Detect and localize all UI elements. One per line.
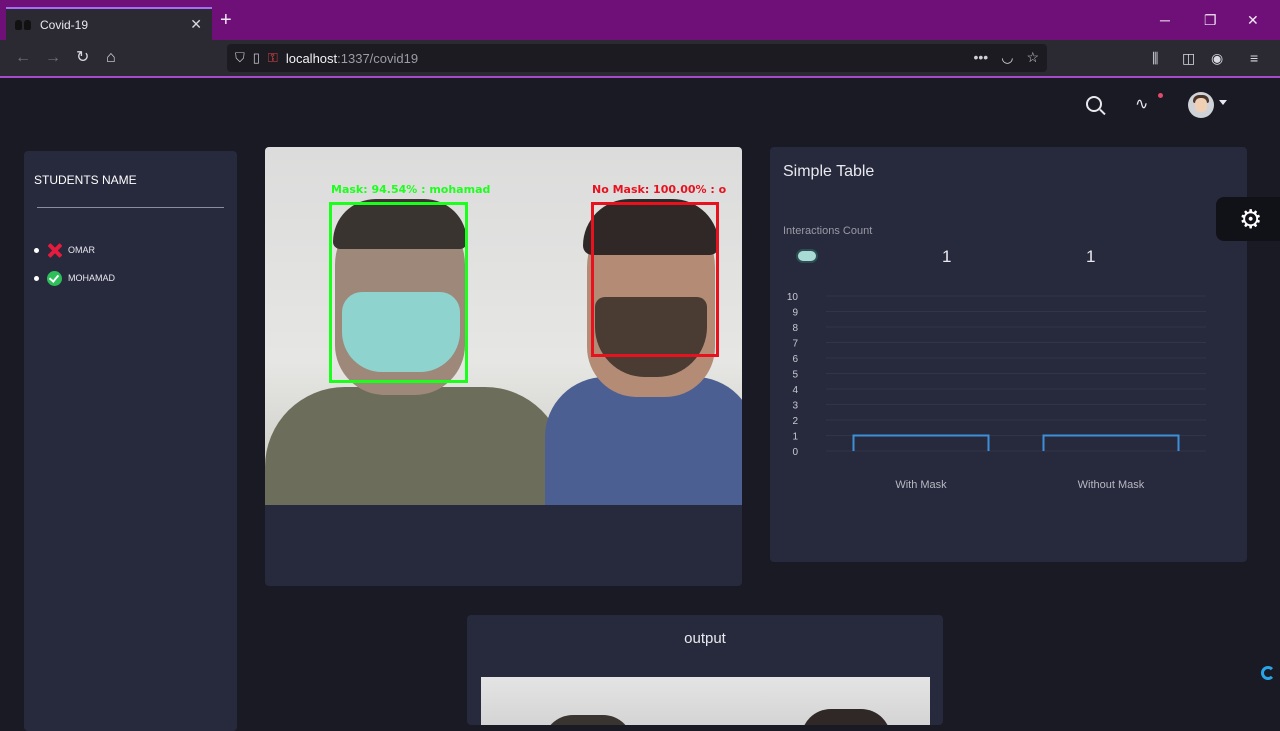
restore-button[interactable]: ❐ xyxy=(1204,12,1217,28)
avatar[interactable] xyxy=(1188,92,1214,118)
new-tab-button[interactable]: + xyxy=(220,10,232,30)
shield-icon[interactable]: ⛉ xyxy=(235,50,245,66)
library-icon[interactable]: ⫼ xyxy=(1152,50,1158,67)
menu-icon[interactable]: ≡ xyxy=(1250,50,1258,66)
url-host: localhost xyxy=(285,50,338,66)
mask-detection-label: Mask: 94.54% : mohamad xyxy=(331,183,491,196)
minimize-button[interactable]: ─ xyxy=(1160,12,1170,28)
account-icon[interactable]: ◉ xyxy=(1211,50,1223,67)
student-name: OMAR xyxy=(68,245,95,255)
chevron-down-icon[interactable] xyxy=(1219,100,1227,105)
x-tick-label: With Mask xyxy=(895,479,947,491)
mask-favicon-icon xyxy=(15,19,31,31)
y-tick-label: 6 xyxy=(792,354,798,365)
y-tick-label: 7 xyxy=(792,339,798,350)
student-name: MOHAMAD xyxy=(68,273,115,283)
reload-icon[interactable]: ↻ xyxy=(76,49,89,67)
students-panel: STUDENTS NAME OMAR MOHAMAD xyxy=(24,151,237,731)
gear-icon: ⚙ xyxy=(1239,204,1263,234)
students-title: STUDENTS NAME xyxy=(34,173,137,187)
insecure-lock-icon[interactable]: ⚿ xyxy=(268,50,278,66)
bookmark-star-icon[interactable]: ☆ xyxy=(1026,49,1039,66)
app-area: ∿ STUDENTS NAME OMAR MOHAMAD Mask: 94.54… xyxy=(6,78,1280,731)
mask-check-icon xyxy=(47,270,62,286)
pocket-icon[interactable]: ◡ xyxy=(1001,49,1013,66)
home-icon[interactable]: ⌂ xyxy=(106,49,116,67)
student-item[interactable]: MOHAMAD xyxy=(34,269,115,287)
url-bar[interactable]: ⛉ ▯ ⚿ localhost:1337/covid19 ••• ◡ ☆ xyxy=(227,44,1047,72)
activity-icon[interactable]: ∿ xyxy=(1135,94,1148,114)
bar-chart: 0 1 2 3 4 5 6 7 8 9 10 With Mask Without Mask xyxy=(787,292,1206,491)
divider xyxy=(37,207,224,208)
y-tick-label: 3 xyxy=(792,401,798,412)
output-panel: output xyxy=(467,615,943,725)
back-icon[interactable]: ← xyxy=(15,49,31,67)
chart-panel: Simple Table Interactions Count 1 1 0123… xyxy=(770,147,1247,562)
sidebar-icon[interactable]: ◫ xyxy=(1182,50,1195,67)
output-image xyxy=(481,677,930,725)
browser-titlebar: Covid-19 ✕ + ─ ❐ ✕ xyxy=(0,0,1280,40)
no-mask-detection-box xyxy=(591,202,719,357)
student-item[interactable]: OMAR xyxy=(34,241,95,259)
y-tick-label: 4 xyxy=(792,385,798,396)
camera-feed: Mask: 94.54% : mohamad No Mask: 100.00% … xyxy=(265,147,742,505)
loader-icon xyxy=(1261,666,1275,680)
output-title: output xyxy=(684,630,726,647)
y-tick-label: 5 xyxy=(792,370,798,381)
y-tick-label: 2 xyxy=(792,416,798,427)
settings-button[interactable]: ⚙ xyxy=(1216,197,1280,241)
camera-panel: Mask: 94.54% : mohamad No Mask: 100.00% … xyxy=(265,147,742,586)
y-tick-label: 10 xyxy=(787,292,799,303)
tab-title: Covid-19 xyxy=(40,17,89,32)
y-tick-label: 8 xyxy=(792,323,798,334)
browser-navbar: ← → ↻ ⌂ ⛉ ▯ ⚿ localhost:1337/covid19 •••… xyxy=(0,40,1280,78)
forward-icon[interactable]: → xyxy=(45,49,61,67)
more-icon[interactable]: ••• xyxy=(974,49,989,66)
mask-detection-box xyxy=(329,202,468,383)
browser-tab[interactable]: Covid-19 ✕ xyxy=(6,7,212,40)
window-close-button[interactable]: ✕ xyxy=(1247,12,1259,28)
tab-close-icon[interactable]: ✕ xyxy=(190,16,202,33)
search-icon[interactable] xyxy=(1086,96,1102,112)
page-icon: ▯ xyxy=(252,50,260,65)
y-tick-label: 0 xyxy=(792,447,798,458)
bullet-icon xyxy=(34,247,39,253)
bullet-icon xyxy=(34,275,39,281)
notification-dot xyxy=(1158,93,1163,98)
y-tick-label: 1 xyxy=(792,432,798,443)
y-tick-label: 9 xyxy=(792,308,798,319)
no-mask-x-icon xyxy=(47,243,62,258)
no-mask-detection-label: No Mask: 100.00% : o xyxy=(592,183,727,196)
url-path: :1337/covid19 xyxy=(337,50,419,66)
x-tick-label: Without Mask xyxy=(1078,479,1145,491)
bar xyxy=(852,434,990,451)
bar xyxy=(1042,434,1180,451)
